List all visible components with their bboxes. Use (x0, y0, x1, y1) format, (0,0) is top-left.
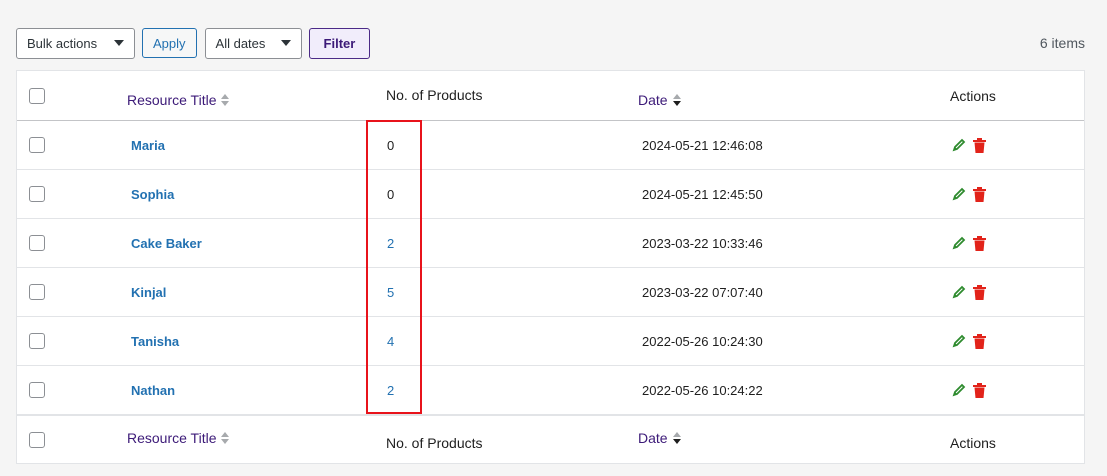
footer-actions-label: Actions (950, 434, 996, 451)
pencil-icon[interactable] (952, 334, 966, 348)
row-date: 2023-03-22 07:07:40 (642, 284, 763, 300)
select-all-cell (29, 71, 45, 120)
table-row: Maria 0 2024-05-21 12:46:08 (17, 121, 1084, 170)
table-row: Tanisha 4 2022-05-26 10:24:30 (17, 317, 1084, 366)
pencil-icon[interactable] (952, 138, 966, 152)
header-products-label: No. of Products (386, 86, 483, 103)
dropdown-arrow-icon (280, 40, 291, 46)
footer-title-label[interactable]: Resource Title (127, 430, 216, 446)
table-row: Cake Baker 2 2023-03-22 10:33:46 (17, 219, 1084, 268)
all-dates-label: All dates (215, 35, 266, 51)
select-all-cell (29, 416, 45, 464)
table-toolbar: Bulk actions Apply All dates Filter 6 it… (16, 27, 1085, 59)
row-date: 2024-05-21 12:45:50 (642, 186, 763, 202)
pencil-icon[interactable] (952, 383, 966, 397)
trash-icon[interactable] (973, 186, 986, 202)
resource-title-link[interactable]: Cake Baker (127, 236, 202, 251)
header-title[interactable]: Resource Title (127, 71, 230, 120)
row-date: 2022-05-26 10:24:22 (642, 382, 763, 398)
trash-icon[interactable] (973, 333, 986, 349)
footer-date[interactable]: Date (638, 416, 681, 464)
resource-title-link[interactable]: Tanisha (127, 334, 179, 349)
filter-button[interactable]: Filter (308, 27, 371, 59)
sort-desc-icon (672, 432, 681, 444)
row-checkbox[interactable] (29, 382, 45, 398)
trash-icon[interactable] (973, 382, 986, 398)
select-all-checkbox-footer[interactable] (29, 432, 45, 448)
footer-products-label: No. of Products (386, 434, 483, 451)
row-checkbox[interactable] (29, 284, 45, 300)
row-date: 2024-05-21 12:46:08 (642, 137, 763, 153)
footer-title[interactable]: Resource Title (127, 416, 230, 464)
highlight-annotation-box (366, 120, 422, 414)
header-date[interactable]: Date (638, 71, 681, 120)
header-actions: Actions (950, 71, 996, 120)
sort-icon (221, 432, 230, 444)
table-row: Kinjal 5 2023-03-22 07:07:40 (17, 268, 1084, 317)
resource-title-link[interactable]: Maria (127, 138, 165, 153)
header-date-label[interactable]: Date (638, 92, 668, 108)
row-date: 2023-03-22 10:33:46 (642, 235, 763, 251)
bulk-actions-label: Bulk actions (27, 35, 98, 51)
bulk-actions-select[interactable]: Bulk actions (16, 27, 135, 59)
pencil-icon[interactable] (952, 285, 966, 299)
footer-products: No. of Products (386, 416, 483, 464)
pencil-icon[interactable] (952, 236, 966, 250)
header-title-label[interactable]: Resource Title (127, 92, 216, 108)
sort-icon (221, 93, 230, 106)
footer-actions: Actions (950, 416, 996, 464)
footer-date-label[interactable]: Date (638, 430, 668, 446)
pencil-icon[interactable] (952, 187, 966, 201)
row-checkbox[interactable] (29, 137, 45, 153)
apply-button[interactable]: Apply (142, 28, 197, 58)
resource-title-link[interactable]: Kinjal (127, 285, 166, 300)
table-row: Sophia 0 2024-05-21 12:45:50 (17, 170, 1084, 219)
table-row: Nathan 2 2022-05-26 10:24:22 (17, 366, 1084, 415)
trash-icon[interactable] (973, 284, 986, 300)
resources-table: Resource Title No. of Products Date Acti… (16, 70, 1085, 464)
row-checkbox[interactable] (29, 333, 45, 349)
table-footer: Resource Title No. of Products Date Acti… (17, 415, 1084, 464)
header-actions-label: Actions (950, 87, 996, 104)
sort-desc-icon (672, 93, 681, 106)
row-date: 2022-05-26 10:24:30 (642, 333, 763, 349)
items-count: 6 items (1039, 35, 1085, 51)
row-checkbox[interactable] (29, 186, 45, 202)
select-all-checkbox[interactable] (29, 87, 45, 104)
row-checkbox[interactable] (29, 235, 45, 251)
header-products: No. of Products (386, 71, 483, 120)
resource-title-link[interactable]: Sophia (127, 187, 174, 202)
date-filter-select[interactable]: All dates (204, 27, 302, 59)
dropdown-arrow-icon (114, 40, 124, 46)
trash-icon[interactable] (973, 235, 986, 251)
table-header: Resource Title No. of Products Date Acti… (17, 71, 1084, 121)
resource-title-link[interactable]: Nathan (127, 383, 175, 398)
trash-icon[interactable] (973, 137, 986, 153)
